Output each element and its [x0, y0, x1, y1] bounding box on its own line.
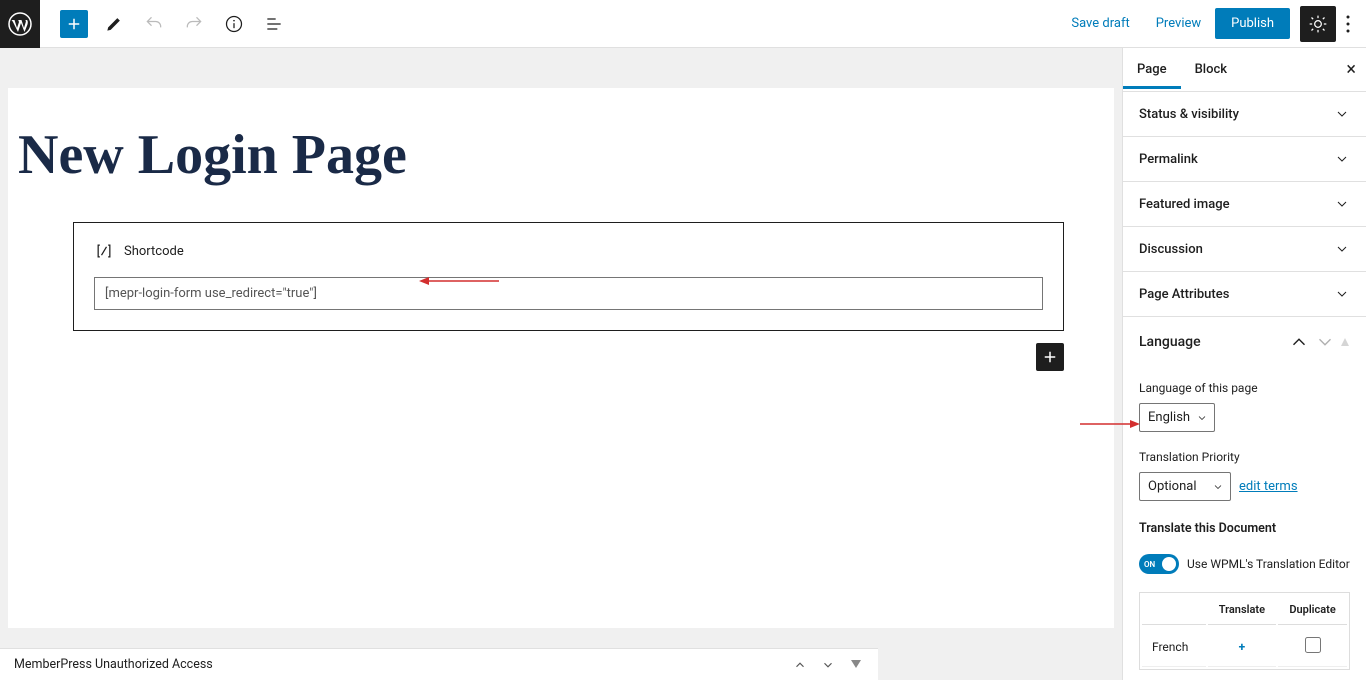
triangle-up-icon	[1340, 337, 1350, 347]
scroll-up-button[interactable]	[788, 653, 812, 677]
undo-button[interactable]	[140, 10, 168, 38]
shortcode-label: Shortcode	[124, 244, 184, 259]
outline-button[interactable]	[260, 10, 288, 38]
toolbar-right: Save draft Preview Publish	[1059, 6, 1358, 42]
duplicate-checkbox[interactable]	[1305, 637, 1321, 653]
wordpress-logo[interactable]	[0, 0, 40, 48]
language-select[interactable]: English	[1139, 403, 1215, 432]
chevron-down-icon	[1334, 196, 1350, 212]
close-sidebar-button[interactable]: ×	[1346, 59, 1356, 80]
bottom-notice-text: MemberPress Unauthorized Access	[14, 657, 213, 672]
translate-document-heading: Translate this Document	[1139, 521, 1350, 536]
table-row: French +	[1142, 627, 1347, 667]
col-duplicate: Duplicate	[1278, 595, 1347, 625]
add-block-inline-button[interactable]	[1036, 343, 1064, 371]
bottom-notice-bar: MemberPress Unauthorized Access	[0, 648, 878, 680]
page-title[interactable]: New Login Page	[18, 123, 1064, 187]
settings-sidebar: Page Block × Status & visibility Permali…	[1122, 48, 1366, 680]
translation-table: Translate Duplicate French +	[1139, 592, 1350, 670]
top-toolbar: Save draft Preview Publish	[0, 0, 1366, 48]
chevron-up-icon	[1288, 331, 1310, 353]
shortcode-block[interactable]: Shortcode	[73, 222, 1064, 331]
settings-button[interactable]	[1300, 6, 1336, 42]
editor-canvas: New Login Page Shortcode	[8, 88, 1114, 628]
translate-add-button[interactable]: +	[1208, 627, 1277, 667]
info-button[interactable]	[220, 10, 248, 38]
chevron-down-icon	[1334, 241, 1350, 257]
panel-language[interactable]: Language	[1123, 317, 1366, 367]
panel-permalink[interactable]: Permalink	[1123, 137, 1366, 181]
lang-cell: French	[1142, 627, 1206, 667]
preview-button[interactable]: Preview	[1144, 10, 1213, 37]
more-options-button[interactable]	[1338, 6, 1358, 42]
add-block-button[interactable]	[60, 10, 88, 38]
shortcode-icon	[94, 241, 114, 261]
chevron-down-icon	[1334, 151, 1350, 167]
chevron-down-icon	[1212, 481, 1224, 493]
col-translate: Translate	[1208, 595, 1277, 625]
redo-button[interactable]	[180, 10, 208, 38]
edit-terms-link[interactable]: edit terms	[1239, 479, 1298, 494]
panel-page-attributes[interactable]: Page Attributes	[1123, 272, 1366, 316]
panel-status-visibility[interactable]: Status & visibility	[1123, 92, 1366, 136]
editor-area: New Login Page Shortcode	[0, 48, 1122, 680]
panel-discussion[interactable]: Discussion	[1123, 227, 1366, 271]
chevron-down-icon	[1334, 286, 1350, 302]
tab-page[interactable]: Page	[1123, 50, 1181, 89]
save-draft-button[interactable]: Save draft	[1059, 10, 1141, 37]
language-of-page-label: Language of this page	[1139, 381, 1350, 395]
tab-block[interactable]: Block	[1181, 50, 1241, 89]
chevron-down-icon	[1196, 412, 1208, 424]
collapse-button[interactable]	[844, 653, 868, 677]
wpml-editor-toggle-label: Use WPML's Translation Editor	[1187, 557, 1350, 571]
edit-tool-button[interactable]	[100, 10, 128, 38]
chevron-down-icon	[1334, 106, 1350, 122]
wpml-editor-toggle[interactable]: ON	[1139, 554, 1179, 574]
translation-priority-label: Translation Priority	[1139, 450, 1350, 464]
publish-button[interactable]: Publish	[1215, 8, 1290, 39]
shortcode-input[interactable]	[94, 277, 1043, 310]
scroll-down-button[interactable]	[816, 653, 840, 677]
panel-featured-image[interactable]: Featured image	[1123, 182, 1366, 226]
chevron-down-icon	[1314, 331, 1336, 353]
priority-select[interactable]: Optional	[1139, 472, 1231, 501]
